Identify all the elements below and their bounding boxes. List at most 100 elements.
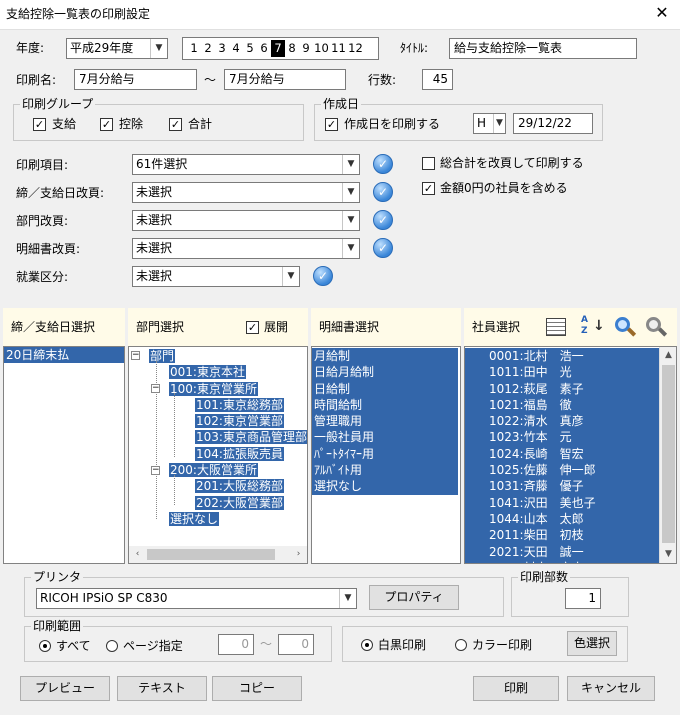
print-group-shikyu-checkbox[interactable]: ✓: [33, 118, 46, 131]
scroll-thumb[interactable]: [662, 365, 675, 543]
scroll-up-icon[interactable]: ▲: [660, 347, 676, 364]
tree-item[interactable]: 104:拡張販売員: [129, 446, 292, 462]
created-date-checkbox[interactable]: ✓: [325, 118, 338, 131]
list-item[interactable]: 1021:福島 徹: [465, 396, 659, 414]
vertical-scrollbar[interactable]: ▲ ▼: [659, 347, 676, 563]
list-item[interactable]: 2011:柴田 初枝: [465, 527, 659, 544]
list-item[interactable]: 1024:長崎 智宏: [465, 445, 659, 463]
list-item[interactable]: 管理職用: [312, 413, 458, 430]
print-group-kojo-checkbox[interactable]: ✓: [100, 118, 113, 131]
year-select[interactable]: 平成29年度 ▼: [66, 38, 168, 59]
text-button[interactable]: テキスト: [117, 676, 207, 701]
tree-item[interactable]: 部門: [129, 348, 292, 364]
list-item[interactable]: 一般社員用: [312, 429, 458, 446]
list-item[interactable]: 1023:竹本 元: [465, 429, 659, 446]
list-item[interactable]: 選択なし: [312, 478, 458, 495]
copy-button[interactable]: コピー: [212, 676, 302, 701]
range-page-radio[interactable]: [106, 640, 118, 652]
expand-toggle-icon[interactable]: −: [151, 384, 160, 393]
tree-item[interactable]: 201:大阪総務部: [129, 478, 292, 494]
month-9[interactable]: 9: [299, 40, 313, 57]
color-select-button[interactable]: 色選択: [567, 631, 617, 656]
month-7[interactable]: 7: [271, 40, 285, 57]
horizontal-scrollbar[interactable]: ‹ ›: [129, 546, 307, 563]
month-3[interactable]: 3: [215, 40, 229, 57]
employee-list[interactable]: 0001:北村 浩一 1011:田中 光 1012:萩尾 素子 1021:福島 徹 10…: [464, 346, 677, 564]
month-5[interactable]: 5: [243, 40, 257, 57]
list-item[interactable]: 1025:佐藤 伸一郎: [465, 462, 659, 479]
sort-az-icon[interactable]: A Z ↓: [581, 315, 605, 339]
tree-item[interactable]: 選択なし: [129, 511, 292, 527]
month-6[interactable]: 6: [257, 40, 271, 57]
era-select[interactable]: H ▼: [473, 113, 506, 134]
employment-type-select[interactable]: 未選択 ▼: [132, 266, 300, 287]
list-item[interactable]: 時間給制: [312, 396, 458, 414]
list-item[interactable]: ｱﾙﾊﾞｲﾄ用: [312, 462, 458, 479]
color-print-radio[interactable]: [455, 639, 467, 651]
statement-pagebreak-select[interactable]: 未選択 ▼: [132, 238, 360, 259]
expand-toggle-icon[interactable]: −: [131, 351, 140, 360]
list-view-icon[interactable]: [546, 318, 566, 336]
range-all-radio[interactable]: [39, 640, 51, 652]
grand-total-pagebreak-checkbox[interactable]: [422, 157, 435, 170]
list-item[interactable]: 1022:清水 真彦: [465, 413, 659, 430]
confirm-check-icon[interactable]: ✓: [373, 182, 393, 202]
list-item[interactable]: 0001:北村 浩一: [465, 348, 659, 365]
statement-list[interactable]: 月給制 日給月給制 日給制 時間給制 管理職用 一般社員用 ﾊﾟｰﾄﾀｲﾏｰ用 ｱﾙﾊﾞｲﾄ用…: [311, 346, 461, 564]
scroll-down-icon[interactable]: ▼: [660, 546, 676, 563]
list-item[interactable]: 月給制: [312, 348, 458, 365]
list-item[interactable]: 1044:山本 太郎: [465, 510, 659, 528]
printer-properties-button[interactable]: プロパティ: [369, 585, 459, 610]
confirm-check-icon[interactable]: ✓: [373, 210, 393, 230]
list-item[interactable]: 2021:天田 誠一: [465, 543, 659, 560]
copies-input[interactable]: 1: [565, 588, 601, 609]
month-4[interactable]: 4: [229, 40, 243, 57]
print-name-to-input[interactable]: 7月分給与: [224, 69, 346, 90]
list-item[interactable]: 1012:萩尾 素子: [465, 380, 659, 397]
include-zero-checkbox[interactable]: ✓: [422, 182, 435, 195]
month-11[interactable]: 11: [330, 40, 347, 57]
scroll-right-icon[interactable]: ›: [290, 546, 307, 563]
mono-print-radio[interactable]: [361, 639, 373, 651]
printer-select[interactable]: RICOH IPSiO SP C830 ▼: [36, 588, 357, 609]
tree-item[interactable]: 001:東京本社: [129, 364, 292, 380]
list-item[interactable]: 1031:斉藤 優子: [465, 478, 659, 495]
confirm-check-icon[interactable]: ✓: [373, 154, 393, 174]
expand-toggle-icon[interactable]: −: [151, 466, 160, 475]
list-item[interactable]: 1041:沢田 美也子: [465, 494, 659, 511]
print-name-from-input[interactable]: 7月分給与: [74, 69, 197, 90]
range-to-input[interactable]: 0: [278, 634, 314, 655]
range-from-input[interactable]: 0: [218, 634, 254, 655]
dept-tree[interactable]: 部門 001:東京本社 100:東京営業所 101:東京総務部 102:東京営業部 103…: [128, 346, 308, 564]
print-items-select[interactable]: 61件選択 ▼: [132, 154, 360, 175]
rows-input[interactable]: 45: [422, 69, 453, 90]
preview-button[interactable]: プレビュー: [20, 676, 110, 701]
month-10[interactable]: 10: [313, 40, 330, 57]
tree-item[interactable]: 102:東京営業部: [129, 413, 292, 429]
tree-item[interactable]: 202:大阪営業部: [129, 495, 292, 511]
month-1[interactable]: 1: [187, 40, 201, 57]
list-item[interactable]: 20日締末払: [4, 347, 124, 364]
month-2[interactable]: 2: [201, 40, 215, 57]
list-item[interactable]: 2022:村中 良太: [465, 559, 659, 563]
cancel-button[interactable]: キャンセル: [567, 676, 655, 701]
confirm-check-icon[interactable]: ✓: [313, 266, 333, 286]
list-item[interactable]: 1011:田中 光: [465, 364, 659, 381]
scroll-left-icon[interactable]: ‹: [129, 546, 146, 563]
expand-checkbox[interactable]: ✓: [246, 321, 259, 334]
list-item[interactable]: 日給月給制: [312, 364, 458, 381]
cutoff-pagebreak-select[interactable]: 未選択 ▼: [132, 182, 360, 203]
list-item[interactable]: 日給制: [312, 380, 458, 397]
print-button[interactable]: 印刷: [473, 676, 559, 701]
print-group-gokei-checkbox[interactable]: ✓: [169, 118, 182, 131]
tree-item[interactable]: 101:東京総務部: [129, 397, 292, 413]
dept-pagebreak-select[interactable]: 未選択 ▼: [132, 210, 360, 231]
month-8[interactable]: 8: [285, 40, 299, 57]
scroll-thumb[interactable]: [147, 549, 275, 560]
month-12[interactable]: 12: [347, 40, 364, 57]
created-date-input[interactable]: 29/12/22: [513, 113, 593, 134]
title-input[interactable]: 給与支給控除一覧表: [449, 38, 637, 59]
list-item[interactable]: ﾊﾟｰﾄﾀｲﾏｰ用: [312, 445, 458, 463]
close-icon[interactable]: ✕: [652, 5, 672, 21]
tree-item[interactable]: 103:東京商品管理部: [129, 429, 307, 445]
